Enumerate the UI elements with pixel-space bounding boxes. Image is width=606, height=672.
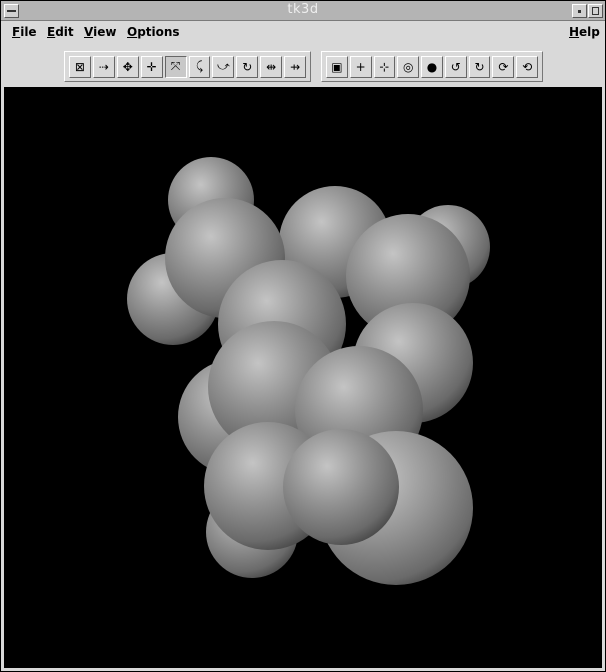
- spin-up-icon: ⟳: [498, 59, 509, 74]
- title-bar[interactable]: tk3d: [1, 1, 605, 21]
- menu-bar: File Edit View Options Help: [1, 21, 605, 45]
- fit-view-icon: ⊹: [379, 59, 390, 74]
- scale-in-icon: ⇹: [266, 59, 277, 74]
- wireframe-button[interactable]: ◎: [397, 55, 420, 78]
- move-xyz-icon: ✛: [146, 59, 157, 74]
- spin-down-button[interactable]: ⟲: [516, 55, 539, 78]
- move-xyz-button[interactable]: ✛: [140, 55, 163, 78]
- fit-view-button[interactable]: ⊹: [373, 55, 396, 78]
- minimize-button[interactable]: [572, 4, 587, 18]
- molecule-render[interactable]: [4, 87, 602, 668]
- rotate-z-icon: ↻: [242, 59, 253, 74]
- translate-x-button[interactable]: ⇢: [92, 55, 115, 78]
- spin-right-button[interactable]: ↻: [468, 55, 491, 78]
- frame-icon: ⊠: [74, 59, 85, 74]
- rotate-free-button[interactable]: ⤧: [164, 55, 187, 78]
- rotate-x-button[interactable]: ⤻: [212, 55, 235, 78]
- rotate-y-icon: ⤹: [195, 59, 204, 73]
- menu-view[interactable]: View: [84, 25, 116, 39]
- frame-button[interactable]: ⊠: [69, 55, 91, 78]
- maximize-button[interactable]: [588, 4, 603, 18]
- menu-file[interactable]: File: [12, 25, 37, 39]
- toolbar: ⊠ ⇢ ✥ ✛ ⤧ ⤹ ⤻ ↻ ⇹ ⇸ ▣ + ⊹ ◎ ● ↺ ↻ ⟳ ⟲: [1, 46, 605, 86]
- menu-options[interactable]: Options: [127, 25, 180, 39]
- spin-left-button[interactable]: ↺: [444, 55, 467, 78]
- spin-up-button[interactable]: ⟳: [492, 55, 515, 78]
- center-icon: +: [355, 59, 366, 74]
- 3d-viewport[interactable]: [4, 87, 602, 668]
- depth-cue-icon: ▣: [331, 59, 343, 74]
- view-toolbar: ▣ + ⊹ ◎ ● ↺ ↻ ⟳ ⟲: [321, 51, 543, 82]
- spin-down-icon: ⟲: [522, 59, 533, 74]
- app-window: tk3d File Edit View Options Help ⊠ ⇢ ✥ ✛ ⤧ ⤹ ⤻…: [0, 0, 606, 672]
- move-xy-button[interactable]: ✥: [116, 55, 139, 78]
- scale-in-button[interactable]: ⇹: [260, 55, 283, 78]
- depth-cue-button[interactable]: ▣: [326, 55, 348, 78]
- solid-button[interactable]: ●: [421, 55, 443, 78]
- transform-toolbar: ⊠ ⇢ ✥ ✛ ⤧ ⤹ ⤻ ↻ ⇹ ⇸: [64, 51, 311, 82]
- menu-edit[interactable]: Edit: [47, 25, 74, 39]
- rotate-x-icon: ⤻: [216, 59, 230, 73]
- atom-carbon-lower-mid: [283, 429, 399, 545]
- spin-right-icon: ↻: [474, 59, 485, 74]
- center-button[interactable]: +: [349, 55, 372, 78]
- move-xy-icon: ✥: [122, 59, 133, 74]
- rotate-free-icon: ⤧: [170, 59, 181, 73]
- translate-x-icon: ⇢: [98, 59, 109, 74]
- solid-icon: ●: [426, 59, 438, 74]
- menu-help[interactable]: Help: [569, 25, 600, 39]
- window-title: tk3d: [287, 2, 319, 17]
- scale-out-button[interactable]: ⇸: [284, 55, 307, 78]
- scale-out-icon: ⇸: [290, 59, 301, 74]
- rotate-z-button[interactable]: ↻: [236, 55, 259, 78]
- spin-left-icon: ↺: [450, 59, 461, 74]
- rotate-y-button[interactable]: ⤹: [188, 55, 211, 78]
- wireframe-icon: ◎: [402, 59, 414, 74]
